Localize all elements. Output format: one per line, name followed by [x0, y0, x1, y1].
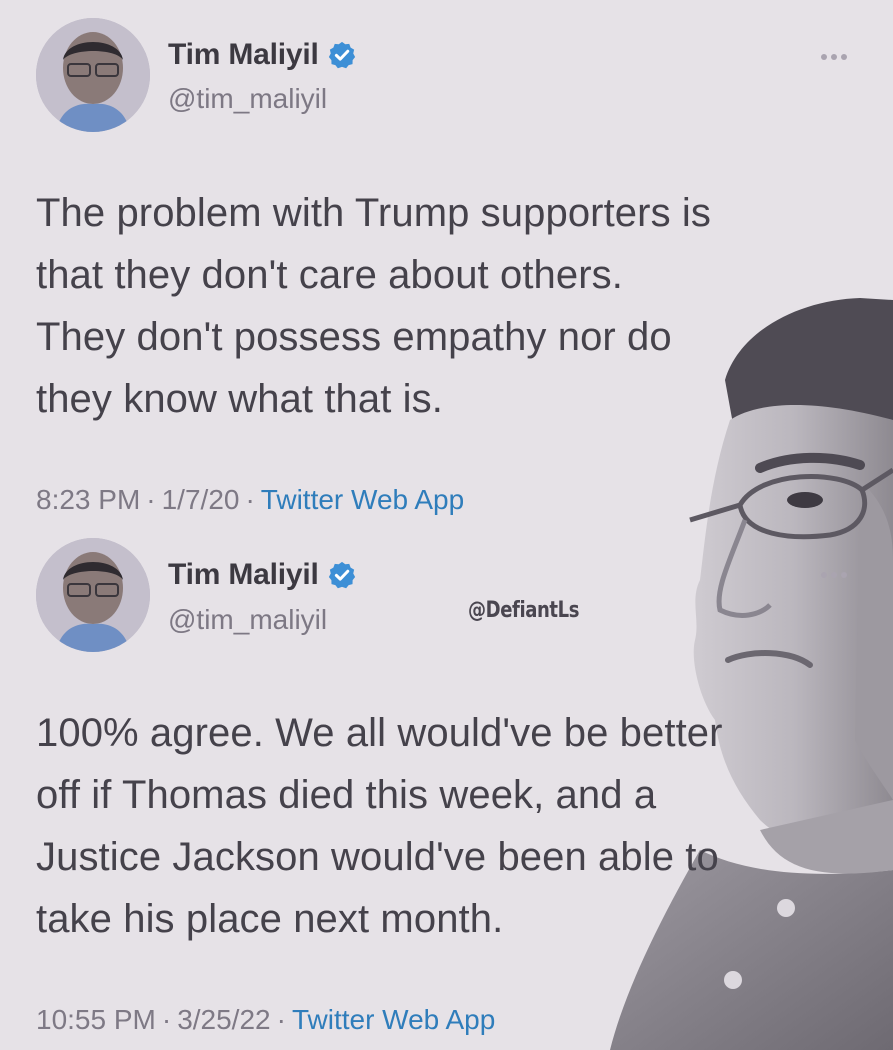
meta-separator: · [276, 1004, 286, 1035]
tweet-source-link[interactable]: Twitter Web App [261, 484, 464, 515]
verified-badge-icon [328, 41, 355, 69]
tweet-date[interactable]: 1/7/20 [162, 484, 240, 515]
avatar[interactable] [36, 538, 150, 652]
tweet-source-link[interactable]: Twitter Web App [292, 1004, 495, 1035]
handle[interactable]: @tim_maliyil [168, 604, 327, 636]
tweet-date[interactable]: 3/25/22 [177, 1004, 270, 1035]
display-name[interactable]: Tim Maliyil [168, 38, 319, 72]
watermark: @DefiantLs [468, 598, 580, 623]
tweet-meta: 8:23 PM · 1/7/20 · Twitter Web App [36, 484, 464, 516]
handle[interactable]: @tim_maliyil [168, 83, 327, 115]
meta-separator: · [146, 484, 156, 515]
tweet-time[interactable]: 10:55 PM [36, 1004, 156, 1035]
tweet-text: The problem with Trump supporters is tha… [36, 191, 711, 421]
more-options-icon[interactable] [812, 564, 856, 586]
display-name[interactable]: Tim Maliyil [168, 558, 319, 592]
tweet-meta: 10:55 PM · 3/25/22 · Twitter Web App [36, 1004, 495, 1036]
more-options-icon[interactable] [812, 46, 856, 68]
meta-separator: · [161, 1004, 172, 1035]
tweet-time[interactable]: 8:23 PM [36, 484, 140, 515]
author-name-row[interactable]: Tim Maliyil [168, 38, 357, 72]
avatar[interactable] [36, 18, 150, 132]
verified-badge-icon [328, 561, 355, 589]
author-name-row[interactable]: Tim Maliyil [168, 558, 357, 592]
meta-separator: · [245, 484, 255, 515]
tweet-text: 100% agree. We all would've be better of… [36, 711, 723, 941]
